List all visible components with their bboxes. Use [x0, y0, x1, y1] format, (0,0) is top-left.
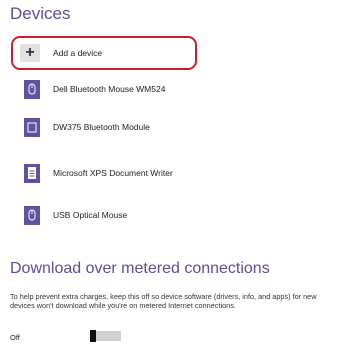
- toggle-thumb[interactable]: [90, 330, 96, 342]
- device-label: Dell Bluetooth Mouse WM524: [53, 84, 166, 94]
- metered-description: To help prevent extra charges, keep this…: [10, 292, 317, 310]
- device-item-usb-mouse[interactable]: USB Optical Mouse: [24, 206, 224, 228]
- add-device-label: Add a device: [53, 48, 103, 58]
- add-device-button[interactable]: + Add a device: [11, 36, 197, 70]
- device-label: USB Optical Mouse: [53, 210, 128, 220]
- printer-document-icon: [24, 164, 40, 183]
- metered-download-toggle[interactable]: [90, 330, 121, 342]
- toggle-state-label: Off: [10, 333, 20, 342]
- device-item-dell-mouse[interactable]: Dell Bluetooth Mouse WM524: [24, 80, 224, 102]
- device-item-xps-writer[interactable]: Microsoft XPS Document Writer: [24, 164, 224, 186]
- page-title: Devices: [10, 4, 71, 23]
- metered-section-title: Download over metered connections: [10, 260, 270, 277]
- device-label: Microsoft XPS Document Writer: [53, 168, 173, 178]
- plus-icon: +: [20, 44, 40, 62]
- bluetooth-module-icon: [24, 118, 40, 137]
- device-label: DW375 Bluetooth Module: [53, 122, 150, 132]
- device-item-bluetooth-module[interactable]: DW375 Bluetooth Module: [24, 118, 224, 140]
- mouse-icon: [24, 206, 40, 225]
- mouse-icon: [24, 80, 40, 99]
